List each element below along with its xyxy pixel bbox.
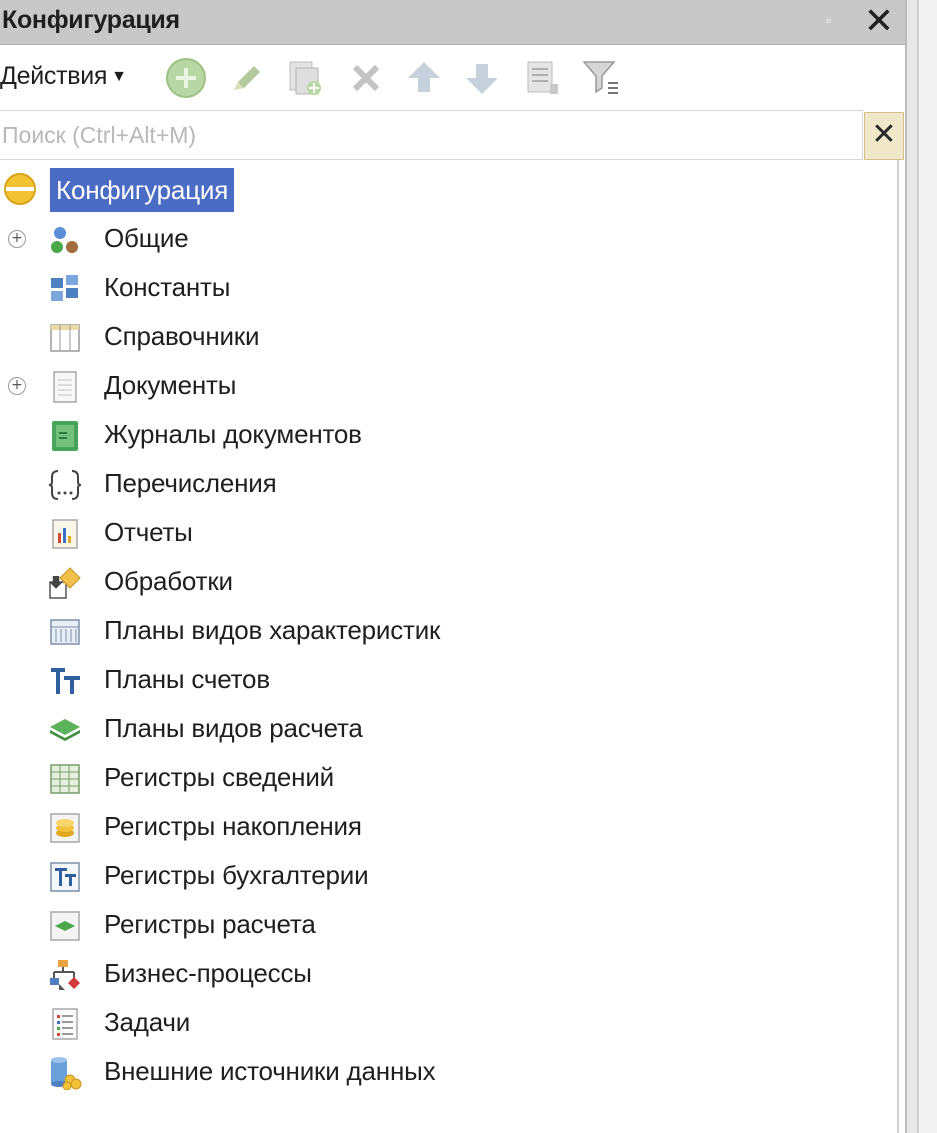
business-processes-icon	[48, 958, 82, 992]
reports-icon	[48, 517, 82, 551]
search-input[interactable]	[0, 111, 852, 159]
tree-item-enumerations[interactable]: Перечисления	[0, 460, 895, 509]
catalogs-icon	[48, 321, 82, 355]
tree-item-chart-of-calculation-types[interactable]: Планы видов расчета	[0, 705, 895, 754]
tree-item-label: Перечисления	[104, 468, 277, 498]
tree-item-accumulation-registers[interactable]: Регистры накопления	[0, 803, 895, 852]
toolbar: Действия ▼	[0, 52, 905, 104]
move-down-icon[interactable]	[460, 56, 504, 100]
edit-icon[interactable]	[226, 56, 270, 100]
tree-root[interactable]: Конфигурация	[0, 165, 895, 214]
configuration-icon	[2, 171, 38, 207]
panel-title: Конфигурация	[2, 6, 180, 34]
tree-item-catalogs[interactable]: Справочники	[0, 313, 895, 362]
close-icon[interactable]: ✕	[862, 2, 896, 40]
tree-item-label: Константы	[104, 272, 231, 302]
enumerations-icon	[48, 468, 82, 502]
add-icon[interactable]	[164, 56, 208, 100]
actions-menu-button[interactable]: Действия ▼	[0, 62, 127, 94]
tree-item-documents[interactable]: + Документы	[0, 362, 895, 411]
actions-menu-label: Действия	[0, 62, 108, 90]
tree-item-label: Отчеты	[104, 517, 193, 547]
pin-icon[interactable]: ▫	[826, 10, 836, 30]
panel-border	[897, 160, 899, 1133]
tree-item-label: Задачи	[104, 1007, 191, 1037]
tree-item-common[interactable]: + Общие	[0, 215, 895, 264]
panel-titlebar: Конфигурация ▫ ✕	[0, 0, 905, 45]
search-clear-button[interactable]: ✕	[864, 112, 904, 160]
external-data-sources-icon	[48, 1056, 82, 1090]
tree-item-label: Внешние источники данных	[104, 1056, 436, 1086]
tree-item-label: Документы	[104, 370, 237, 400]
tree-item-data-processors[interactable]: Обработки	[0, 558, 895, 607]
tree-item-information-registers[interactable]: Регистры сведений	[0, 754, 895, 803]
tasks-icon	[48, 1007, 82, 1041]
expand-icon[interactable]: +	[8, 377, 26, 395]
data-processors-icon	[48, 566, 82, 600]
information-registers-icon	[48, 762, 82, 796]
copy-icon[interactable]	[284, 56, 328, 100]
chart-of-calculation-types-icon	[48, 713, 82, 747]
tree-item-label: Планы видов характеристик	[104, 615, 441, 645]
constants-icon	[48, 272, 82, 306]
tree-item-reports[interactable]: Отчеты	[0, 509, 895, 558]
tree-item-chart-of-characteristic-types[interactable]: Планы видов характеристик	[0, 607, 895, 656]
tree-item-label: Справочники	[104, 321, 260, 351]
document-journals-icon	[48, 419, 82, 453]
tree-item-label: Обработки	[104, 566, 233, 596]
chevron-down-icon: ▼	[111, 68, 127, 85]
calculation-registers-icon	[48, 909, 82, 943]
tree-item-label: Регистры сведений	[104, 762, 334, 792]
tree-root-label: Конфигурация	[50, 168, 235, 212]
common-icon	[48, 223, 82, 257]
tree-item-label: Бизнес-процессы	[104, 958, 312, 988]
documents-icon	[48, 370, 82, 404]
expand-icon[interactable]: +	[8, 230, 26, 248]
tree-item-constants[interactable]: Константы	[0, 264, 895, 313]
chart-of-accounts-icon	[48, 664, 82, 698]
search-box	[0, 110, 863, 160]
tree-item-document-journals[interactable]: Журналы документов	[0, 411, 895, 460]
tree-item-label: Журналы документов	[104, 419, 362, 449]
tree-item-calculation-registers[interactable]: Регистры расчета	[0, 901, 895, 950]
tree-item-external-data-sources[interactable]: Внешние источники данных	[0, 1048, 895, 1097]
accounting-registers-icon	[48, 860, 82, 894]
sort-icon[interactable]	[520, 56, 564, 100]
tree-item-label: Общие	[104, 223, 189, 253]
move-up-icon[interactable]	[402, 56, 446, 100]
tree-item-label: Регистры бухгалтерии	[104, 860, 369, 890]
tree-item-accounting-registers[interactable]: Регистры бухгалтерии	[0, 852, 895, 901]
tree-item-tasks[interactable]: Задачи	[0, 999, 895, 1048]
tree-item-label: Планы видов расчета	[104, 713, 363, 743]
delete-icon[interactable]	[344, 56, 388, 100]
filter-icon[interactable]	[578, 56, 622, 100]
adjacent-panel-edge	[917, 0, 937, 1133]
accumulation-registers-icon	[48, 811, 82, 845]
tree-item-label: Регистры расчета	[104, 909, 316, 939]
tree-item-label: Планы счетов	[104, 664, 270, 694]
tree-item-business-processes[interactable]: Бизнес-процессы	[0, 950, 895, 999]
tree-item-chart-of-accounts[interactable]: Планы счетов	[0, 656, 895, 705]
chart-of-characteristic-types-icon	[48, 615, 82, 649]
tree-item-label: Регистры накопления	[104, 811, 362, 841]
